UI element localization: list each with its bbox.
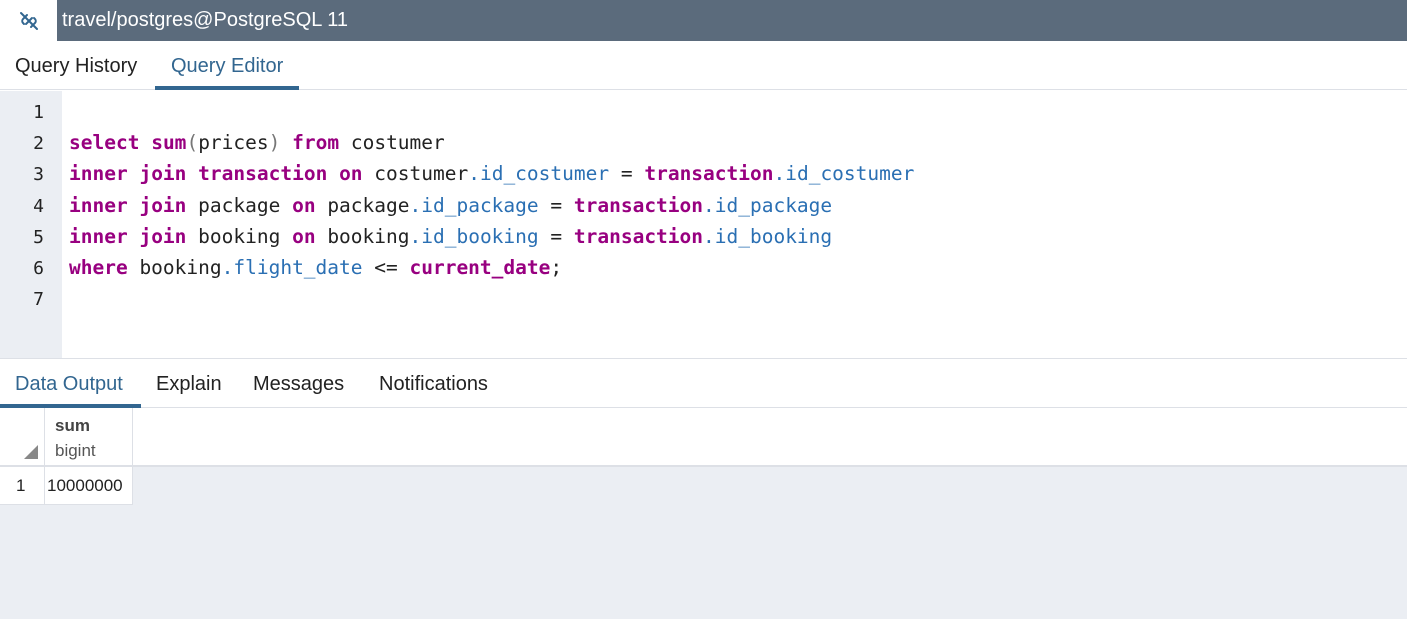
title-strip: travel/postgres@PostgreSQL 11	[57, 0, 1407, 41]
code-line[interactable]: inner join booking on booking.id_booking…	[69, 225, 832, 248]
line-number: 1	[33, 102, 44, 123]
code-line[interactable]: where booking.flight_date <= current_dat…	[69, 256, 562, 279]
tab-query-history[interactable]: Query History	[15, 41, 137, 89]
column-name: sum	[55, 416, 90, 435]
table-cell[interactable]: 10000000	[45, 467, 133, 505]
row-number[interactable]: 1	[0, 467, 45, 505]
line-number: 3	[33, 164, 44, 185]
title-bar: travel/postgres@PostgreSQL 11	[0, 0, 1407, 41]
sql-editor[interactable]: 1 2 3 4 5 6 7 select sum(prices) from co…	[0, 91, 1407, 359]
window-title: travel/postgres@PostgreSQL 11	[62, 9, 348, 31]
code-line[interactable]: select sum(prices) from costumer	[69, 131, 445, 154]
output-tab-bar: Data Output Explain Messages Notificatio…	[0, 360, 1407, 408]
column-header-sum[interactable]: sum bigint	[45, 408, 133, 465]
connection-link-icon[interactable]	[0, 0, 57, 41]
line-number: 5	[33, 227, 44, 248]
grid-header: sum bigint	[0, 408, 1407, 467]
line-number: 6	[33, 258, 44, 279]
active-tab-indicator	[155, 86, 299, 90]
code-line[interactable]: inner join package on package.id_package…	[69, 194, 832, 217]
corner-triangle-icon	[24, 445, 38, 459]
select-all-corner[interactable]	[0, 408, 45, 465]
tab-messages[interactable]: Messages	[253, 360, 344, 407]
line-number-gutter: 1 2 3 4 5 6 7	[0, 91, 62, 358]
data-grid: sum bigint 1 10000000	[0, 408, 1407, 619]
tab-data-output[interactable]: Data Output	[15, 360, 123, 407]
editor-tab-bar: Query History Query Editor	[0, 41, 1407, 90]
code-line[interactable]: inner join transaction on costumer.id_co…	[69, 162, 914, 185]
tab-explain[interactable]: Explain	[156, 360, 222, 407]
column-type: bigint	[55, 441, 96, 460]
line-number: 4	[33, 196, 44, 217]
line-number: 2	[33, 133, 44, 154]
tab-query-editor[interactable]: Query Editor	[171, 41, 283, 89]
tab-notifications[interactable]: Notifications	[379, 360, 488, 407]
line-number: 7	[33, 289, 44, 310]
